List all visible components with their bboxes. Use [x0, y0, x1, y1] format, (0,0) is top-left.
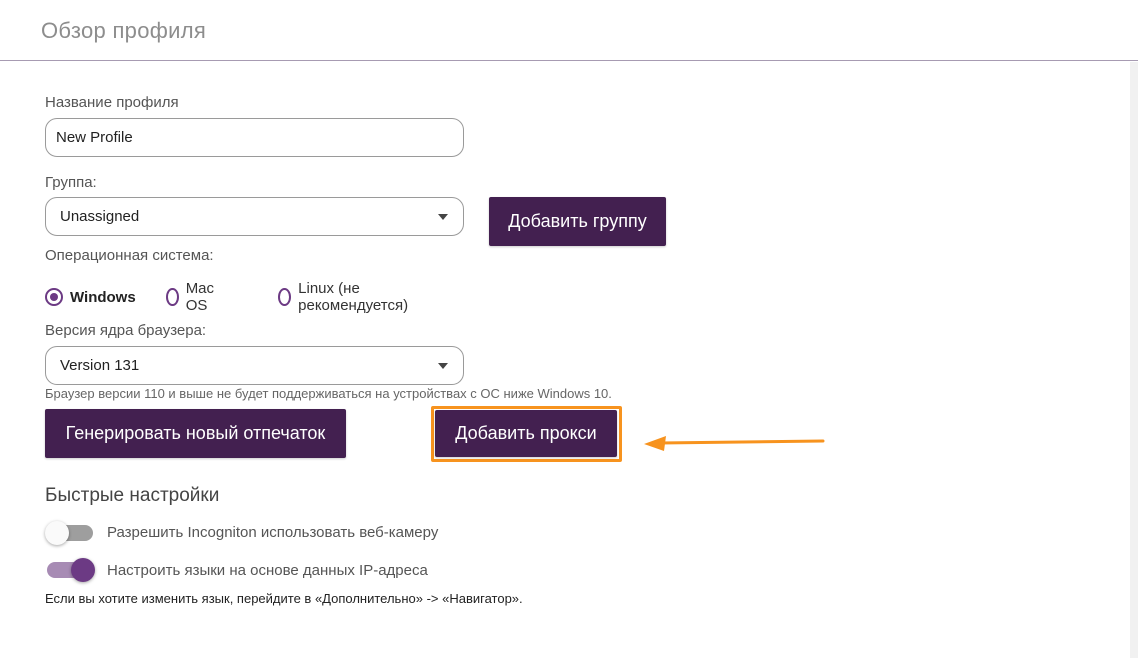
arrow-left-icon: [644, 436, 825, 451]
add-proxy-button[interactable]: Добавить прокси: [435, 410, 617, 457]
webcam-toggle-label: Разрешить Incogniton использовать веб-ка…: [107, 524, 439, 541]
webcam-toggle[interactable]: [45, 521, 95, 545]
language-footnote: Если вы хотите изменить язык, перейдите …: [45, 591, 523, 606]
os-option-linux[interactable]: Linux (не рекомендуется): [278, 280, 413, 314]
os-option-label: Mac OS: [185, 280, 215, 314]
browser-core-select-value: Version 131: [60, 357, 140, 374]
group-select[interactable]: Unassigned: [45, 197, 464, 236]
os-option-windows[interactable]: Windows: [45, 285, 136, 309]
os-option-label: Windows: [70, 288, 136, 306]
os-label: Операционная система:: [45, 247, 214, 264]
caret-down-icon: [438, 214, 448, 220]
radio-unchecked-icon: [166, 288, 179, 306]
toggle-thumb: [45, 521, 69, 545]
radio-checked-icon: [45, 288, 63, 306]
browser-core-hint: Браузер версии 110 и выше не будет подде…: [45, 386, 612, 401]
add-group-button[interactable]: Добавить группу: [489, 197, 666, 246]
page-title: Обзор профиля: [41, 18, 207, 43]
ip-languages-toggle[interactable]: [45, 558, 95, 582]
radio-unchecked-icon: [278, 288, 292, 306]
profile-name-label: Название профиля: [45, 94, 179, 111]
toggle-thumb: [71, 558, 95, 582]
quick-settings-title: Быстрые настройки: [45, 485, 220, 506]
os-option-macos[interactable]: Mac OS: [166, 280, 219, 314]
browser-core-label: Версия ядра браузера:: [45, 322, 207, 339]
browser-core-select[interactable]: Version 131: [45, 346, 464, 385]
page-header: Обзор профиля: [0, 0, 1138, 61]
scrollbar[interactable]: [1130, 62, 1138, 658]
generate-fingerprint-button[interactable]: Генерировать новый отпечаток: [45, 409, 346, 458]
profile-name-input[interactable]: [45, 118, 464, 157]
group-label: Группа:: [45, 174, 97, 191]
ip-languages-toggle-label: Настроить языки на основе данных IP-адре…: [107, 562, 428, 579]
group-select-value: Unassigned: [60, 208, 140, 225]
os-option-label: Linux (не рекомендуется): [298, 280, 409, 314]
caret-down-icon: [438, 363, 448, 369]
